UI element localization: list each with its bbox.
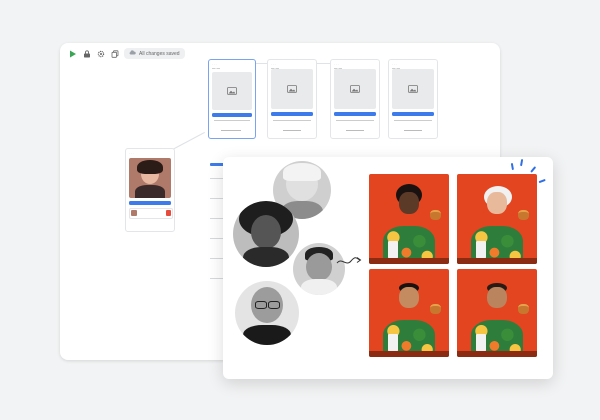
image-node[interactable]: · · · — — [330,59,380,139]
result-tile[interactable] [369,269,449,357]
portrait-man-glasses [235,281,299,345]
file-row[interactable] [129,208,173,219]
play-icon[interactable] [68,49,77,58]
delete-icon[interactable] [166,210,171,216]
image-node[interactable]: · · · — — [208,59,256,139]
image-icon [350,80,360,98]
image-icon [287,80,297,98]
generate-button[interactable] [334,112,376,116]
arrow-right-icon [336,254,362,272]
image-placeholder [334,69,376,109]
image-placeholder [212,72,252,110]
save-status: All changes saved [124,48,185,59]
image-node[interactable]: · · · — — [388,59,438,139]
lock-icon[interactable] [82,49,91,58]
upload-button[interactable] [129,201,171,205]
generate-button[interactable] [392,112,434,116]
result-preview-card [223,157,553,379]
save-status-text: All changes saved [139,50,180,57]
generate-button[interactable] [212,113,252,117]
image-placeholder [392,69,434,109]
image-icon [408,80,418,98]
result-tile[interactable] [369,174,449,264]
result-tile[interactable] [457,269,537,357]
input-photo [129,158,171,198]
image-icon [227,82,237,100]
gear-icon[interactable] [96,49,105,58]
image-node[interactable]: · · · — — [267,59,317,139]
editor-toolbar: All changes saved [68,48,185,59]
portrait-man-afro [233,201,299,267]
cloud-icon [129,50,136,57]
sparkle-icon [508,157,548,193]
input-image-node[interactable]: · · · [125,148,175,232]
image-placeholder [271,69,313,109]
copy-icon[interactable] [110,49,119,58]
generate-button[interactable] [271,112,313,116]
